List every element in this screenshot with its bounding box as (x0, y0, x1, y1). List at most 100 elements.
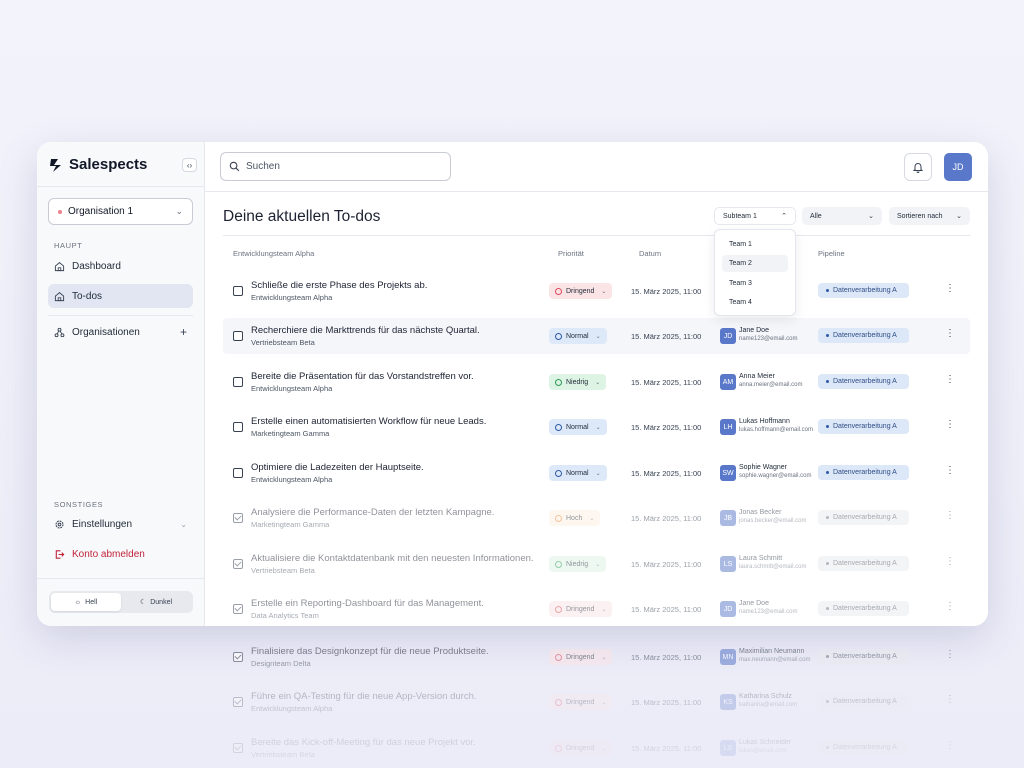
logo[interactable]: Salespects (48, 156, 147, 173)
chevron-down-icon: ⌄ (601, 654, 607, 661)
chevron-up-icon: ⌃ (781, 213, 787, 220)
more-options-icon[interactable]: ⋮ (945, 466, 955, 476)
table-row[interactable]: Führe ein QA-Testing für die neue App-Ve… (223, 684, 970, 720)
pipeline-badge[interactable]: Datenverarbeitung A (818, 694, 909, 709)
pipeline-badge[interactable]: Datenverarbeitung A (818, 328, 909, 343)
dropdown-option-team-3[interactable]: Team 3 (722, 275, 788, 292)
pipeline-badge[interactable]: Datenverarbeitung A (818, 510, 909, 525)
task-checkbox[interactable] (233, 422, 243, 432)
priority-select[interactable]: Dringend ⌄ (549, 694, 613, 710)
table-row[interactable]: Erstelle einen automatisierten Workflow … (223, 409, 970, 445)
salespects-logo-icon (50, 158, 61, 172)
pipeline-badge[interactable]: Datenverarbeitung A (818, 465, 909, 480)
sidebar-item-organisationen[interactable]: Organisationen + (48, 320, 193, 344)
organisation-select[interactable]: Organisation 1 ⌄ (48, 198, 193, 225)
priority-indicator-icon (555, 423, 562, 431)
sidebar-item-todos[interactable]: To-dos (48, 284, 193, 308)
column-header-group: Entwicklungsteam Alpha (233, 249, 315, 258)
sidebar: Salespects ‹› Organisation 1 ⌄ HAUPT Das… (37, 142, 205, 626)
pipeline-badge[interactable]: Datenverarbeitung A (818, 419, 909, 434)
theme-dark-button[interactable]: ☾ Dunkel (121, 593, 191, 611)
more-options-icon[interactable]: ⋮ (945, 284, 955, 294)
more-options-icon[interactable]: ⋮ (945, 602, 955, 612)
sidebar-item-dashboard[interactable]: Dashboard (48, 254, 193, 278)
priority-indicator-icon (555, 605, 562, 613)
priority-label: Niedrig (566, 378, 589, 386)
more-options-icon[interactable]: ⋮ (945, 420, 955, 430)
pipeline-badge[interactable]: Datenverarbeitung A (818, 601, 909, 616)
more-options-icon[interactable]: ⋮ (945, 329, 955, 339)
sidebar-divider (48, 315, 193, 316)
sidebar-item-settings[interactable]: Einstellungen ⌄ (48, 512, 193, 536)
priority-select[interactable]: Normal ⌄ (549, 419, 607, 435)
theme-light-button[interactable]: ☼ Hell (51, 593, 121, 611)
add-organisation-icon[interactable]: + (180, 325, 187, 339)
priority-indicator-icon (555, 560, 562, 568)
table-row[interactable]: Bereite die Präsentation für das Vorstan… (223, 364, 970, 400)
priority-select[interactable]: Dringend ⌄ (549, 649, 613, 665)
more-options-icon[interactable]: ⋮ (945, 650, 955, 660)
chevron-down-icon: ⌄ (595, 424, 601, 431)
assignee-name: Lukas Schneider (739, 739, 792, 746)
task-checkbox[interactable] (233, 331, 243, 341)
assignee-email: katharina@email.com (739, 702, 798, 708)
table-row[interactable]: Bereite das Kick-off-Meeting für das neu… (223, 730, 970, 766)
status-filter[interactable]: Alle ⌄ (802, 207, 882, 225)
dropdown-option-team-1[interactable]: Team 1 (722, 236, 788, 253)
priority-select[interactable]: Normal ⌄ (549, 465, 607, 481)
dropdown-option-team-2[interactable]: Team 2 (722, 255, 788, 272)
pipeline-badge[interactable]: Datenverarbeitung A (818, 374, 909, 389)
column-header-priority[interactable]: Priorität (558, 249, 584, 258)
priority-select[interactable]: Dringend ⌄ (549, 740, 613, 756)
pipeline-label: Datenverarbeitung A (833, 560, 897, 567)
search-input[interactable]: Suchen (220, 152, 451, 181)
user-avatar[interactable]: JD (944, 153, 972, 181)
more-options-icon[interactable]: ⋮ (945, 511, 955, 521)
pipeline-badge[interactable]: Datenverarbeitung A (818, 283, 909, 298)
subteam-dropdown: Team 1 Team 2 Team 3 Team 4 (714, 229, 796, 316)
sidebar-item-label: Dashboard (72, 260, 121, 272)
more-options-icon[interactable]: ⋮ (945, 741, 955, 751)
more-options-icon[interactable]: ⋮ (945, 375, 955, 385)
more-options-icon[interactable]: ⋮ (945, 695, 955, 705)
column-header-date[interactable]: Datum (639, 249, 661, 258)
pipeline-badge[interactable]: Datenverarbeitung A (818, 649, 909, 664)
task-checkbox[interactable] (233, 513, 243, 523)
notifications-button[interactable] (904, 153, 932, 181)
pipeline-label: Datenverarbeitung A (833, 605, 897, 612)
table-row[interactable]: Optimiere die Ladezeiten der Hauptseite.… (223, 455, 970, 491)
priority-select[interactable]: Niedrig ⌄ (549, 374, 607, 390)
more-options-icon[interactable]: ⋮ (945, 557, 955, 567)
sort-select[interactable]: Sortieren nach ⌄ (889, 207, 970, 225)
logout-button[interactable]: Konto abmelden (48, 542, 193, 566)
pipeline-badge[interactable]: Datenverarbeitung A (818, 740, 909, 755)
task-checkbox[interactable] (233, 286, 243, 296)
task-checkbox[interactable] (233, 468, 243, 478)
priority-select[interactable]: Normal ⌄ (549, 328, 607, 344)
subteam-filter[interactable]: Subteam 1 ⌃ (714, 207, 796, 225)
assignee-name: Jonas Becker (739, 509, 782, 516)
dropdown-option-team-4[interactable]: Team 4 (722, 294, 788, 311)
table-row[interactable]: Schließe die erste Phase des Projekts ab… (223, 273, 970, 309)
priority-select[interactable]: Dringend ⌄ (549, 283, 613, 299)
org-color-dot (58, 209, 62, 214)
priority-select[interactable]: Hoch ⌄ (549, 510, 601, 526)
table-row[interactable]: Aktualisiere die Kontaktdatenbank mit de… (223, 546, 970, 582)
task-date: 15. März 2025, 11:00 (631, 605, 702, 614)
task-checkbox[interactable] (233, 652, 243, 662)
task-checkbox[interactable] (233, 559, 243, 569)
table-row[interactable]: Analysiere die Performance-Daten der let… (223, 500, 970, 536)
priority-select[interactable]: Niedrig ⌄ (549, 556, 607, 572)
table-row[interactable]: Finalisiere das Designkonzept für die ne… (223, 639, 970, 675)
task-checkbox[interactable] (233, 697, 243, 707)
table-row[interactable]: Recherchiere die Markttrends für das näc… (223, 318, 970, 354)
priority-select[interactable]: Dringend ⌄ (549, 601, 613, 617)
table-row[interactable]: Erstelle ein Reporting-Dashboard für das… (223, 591, 970, 626)
task-checkbox[interactable] (233, 377, 243, 387)
column-header-pipeline[interactable]: Pipeline (818, 249, 845, 258)
pipeline-badge[interactable]: Datenverarbeitung A (818, 556, 909, 571)
collapse-sidebar-button[interactable]: ‹› (182, 158, 197, 172)
pipeline-label: Datenverarbeitung A (833, 514, 897, 521)
task-checkbox[interactable] (233, 743, 243, 753)
task-checkbox[interactable] (233, 604, 243, 614)
